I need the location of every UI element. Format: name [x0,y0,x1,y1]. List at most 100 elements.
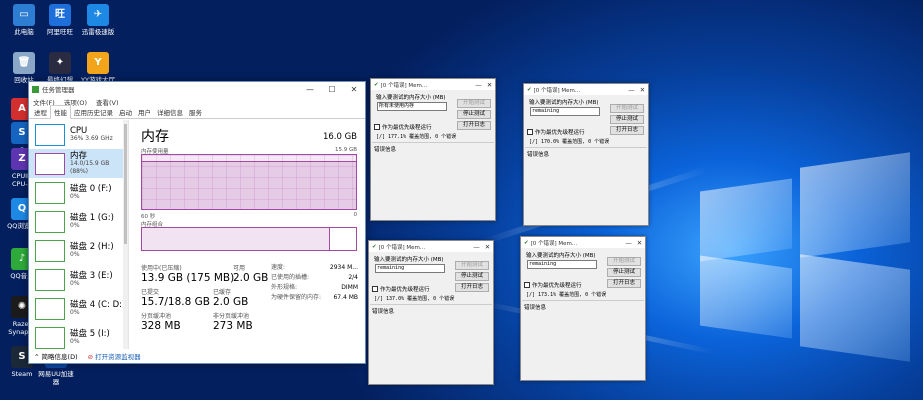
tab-performance[interactable]: 性能 [50,105,71,119]
scroll-thumb[interactable] [124,124,127,244]
memtest-title-bar[interactable]: ✔ [0 个错误] Mem... — ✕ [524,84,648,95]
start-test-button[interactable]: 开始测试 [607,257,641,266]
start-test-button[interactable]: 开始测试 [610,104,644,113]
close-button[interactable]: ✕ [637,86,648,94]
error-info-box [522,300,644,380]
open-log-button[interactable]: 打开日志 [457,121,491,130]
task-manager-icon [32,85,39,93]
desktop-icon[interactable]: ✦ 最终幻想 [42,52,78,84]
checkbox-box[interactable] [374,124,380,130]
priority-checkbox[interactable]: 作为最优先级程运行 [374,123,432,131]
windows-logo-pane [700,178,792,262]
aliwangwang-icon: 旺 [49,4,71,26]
stop-test-button[interactable]: 停止测试 [457,110,491,119]
start-test-button[interactable]: 开始测试 [455,261,489,270]
stat-label: 已提交 [141,289,160,296]
sidebar-texts: 磁盘 3 (E:) 0% [70,271,113,288]
sidebar-item[interactable]: 磁盘 5 (I:) 0% [29,323,128,349]
priority-checkbox[interactable]: 作为最优先级程运行 [372,285,430,293]
minimize-button[interactable]: — [473,81,484,89]
tab-processes[interactable]: 进程 [31,106,50,118]
start-test-button[interactable]: 开始测试 [457,99,491,108]
memtest-window[interactable]: ✔ [0 个错误] Mem... — ✕ 输入要测试的内存大小 (MB) remainin… [368,240,494,385]
memtest-app-icon: ✔ [374,81,379,88]
sidebar-item[interactable]: 内存 14.0/15.9 GB (88%) [29,149,128,178]
close-button[interactable]: ✕ [634,239,645,247]
yy-icon: Y [87,52,109,74]
checkbox-box[interactable] [527,129,533,135]
checkbox-box[interactable] [372,286,378,292]
minimize-button[interactable]: — [471,243,482,251]
stop-test-button[interactable]: 停止测试 [607,268,641,277]
sidebar-item-title: 磁盘 1 (G:) [70,212,114,223]
memtest-window[interactable]: ✔ [0 个错误] Mem... — ✕ 输入要测试的内存大小 (MB) remainin… [523,83,649,226]
desktop-icon[interactable]: Y YY游戏大厅 [80,52,116,84]
open-log-button[interactable]: 打开日志 [610,126,644,135]
desktop-icon[interactable]: ▭ 此电脑 [6,4,42,36]
stat-paged-pool: 分页缓冲池 328 MB [141,311,181,332]
menu-view[interactable]: 查看(V) [96,97,119,107]
minimize-button[interactable]: — [623,239,634,247]
minimize-button[interactable]: — [626,86,637,94]
stop-test-button[interactable]: 停止测试 [610,115,644,124]
sidebar-item[interactable]: 磁盘 0 (F:) 0% [29,178,128,207]
tab-app-history[interactable]: 应用历史记录 [71,106,116,118]
sidebar-item-title: 磁盘 4 (C: D:) [70,299,126,310]
memtest-title-bar[interactable]: ✔ [0 个错误] Mem... — ✕ [369,241,493,252]
title-bar[interactable]: 任务管理器 — ☐ ✕ [29,82,365,96]
desktop-icon[interactable]: 旺阿里旺旺 [42,4,78,36]
minimize-button[interactable]: — [299,82,321,96]
stat-value: 2.0 GB [233,272,269,284]
memtest-window[interactable]: ✔ [0 个错误] Mem... — ✕ 输入要测试的内存大小 (MB) remainin… [520,236,646,381]
memory-size-input[interactable]: 所有未使用内存 [377,102,447,111]
memtest-app-icon: ✔ [527,86,532,93]
error-info-label: 错误信息 [527,152,550,158]
memory-size-input[interactable]: remaining [375,264,445,273]
close-button[interactable]: ✕ [482,243,493,251]
memtest-title-bar[interactable]: ✔ [0 个错误] Mem... — ✕ [521,237,645,248]
memory-size-input[interactable]: remaining [527,260,597,269]
sidebar-item[interactable]: 磁盘 4 (C: D:) 0% [29,294,128,323]
stop-test-button[interactable]: 停止测试 [455,272,489,281]
sidebar-texts: 磁盘 2 (H:) 0% [70,242,114,259]
spec-row: 已使用的插槽: 2/4 [271,273,358,283]
open-log-button[interactable]: 打开日志 [455,283,489,292]
spec-key: 外形规格: [271,284,298,291]
priority-checkbox[interactable]: 作为最优先级程运行 [524,281,582,289]
size-prompt-label: 输入要测试的内存大小 (MB) [376,95,446,101]
memory-size-input[interactable]: remaining [530,107,600,116]
open-log-button[interactable]: 打开日志 [607,279,641,288]
close-button[interactable]: ✕ [484,81,495,89]
open-resource-monitor-link[interactable]: ⊘ 打开资源监视器 [88,351,141,361]
memtest-window[interactable]: ✔ [0 个错误] Mem... — ✕ 输入要测试的内存大小 (MB) 所有未使用内存 开… [370,78,496,221]
close-button[interactable]: ✕ [343,82,365,96]
checkbox-box[interactable] [524,282,530,288]
error-info-box [525,147,647,225]
tab-startup[interactable]: 启动 [116,106,135,118]
priority-checkbox[interactable]: 作为最优先级程运行 [527,128,585,136]
sidebar-texts: 磁盘 5 (I:) 0% [70,329,110,346]
desktop-icon[interactable]: 🗑 回收站 [6,52,42,84]
stat-value: 328 MB [141,320,181,332]
memtest-title-bar[interactable]: ✔ [0 个错误] Mem... — ✕ [371,79,495,90]
sidebar-item[interactable]: CPU 36% 3.69 GHz [29,120,128,149]
sidebar-item[interactable]: 磁盘 1 (G:) 0% [29,207,128,236]
desktop-icon[interactable]: ✈ 迅雷极速版 [80,4,116,36]
usage-max: 15.9 GB [334,147,357,153]
maximize-button[interactable]: ☐ [321,82,343,96]
error-info-box [372,142,494,220]
task-manager-window[interactable]: 任务管理器 — ☐ ✕ 文件(F) 选项(O) 查看(V) 进程 性能 应用历史… [28,81,366,364]
sidebar-item[interactable]: 磁盘 2 (H:) 0% [29,236,128,265]
tab-services[interactable]: 服务 [186,106,205,118]
size-prompt-label: 输入要测试的内存大小 (MB) [526,253,596,259]
tab-details[interactable]: 详细信息 [154,106,186,118]
fewer-details-link[interactable]: ⌃ 简略信息(D) [34,351,78,361]
coverage-status: [/] 173.1% 覆盖范围, 0 个错误 [526,292,607,298]
sidebar-item[interactable]: 磁盘 3 (E:) 0% [29,265,128,294]
sidebar-item-subtitle: 0% [70,221,80,229]
sidebar-item-subtitle: 0% [70,337,80,345]
spec-key: 为硬件保留的内存: [271,294,322,301]
tab-users[interactable]: 用户 [135,106,154,118]
sidebar-scrollbar[interactable] [123,120,128,349]
usage-fill [142,161,356,209]
